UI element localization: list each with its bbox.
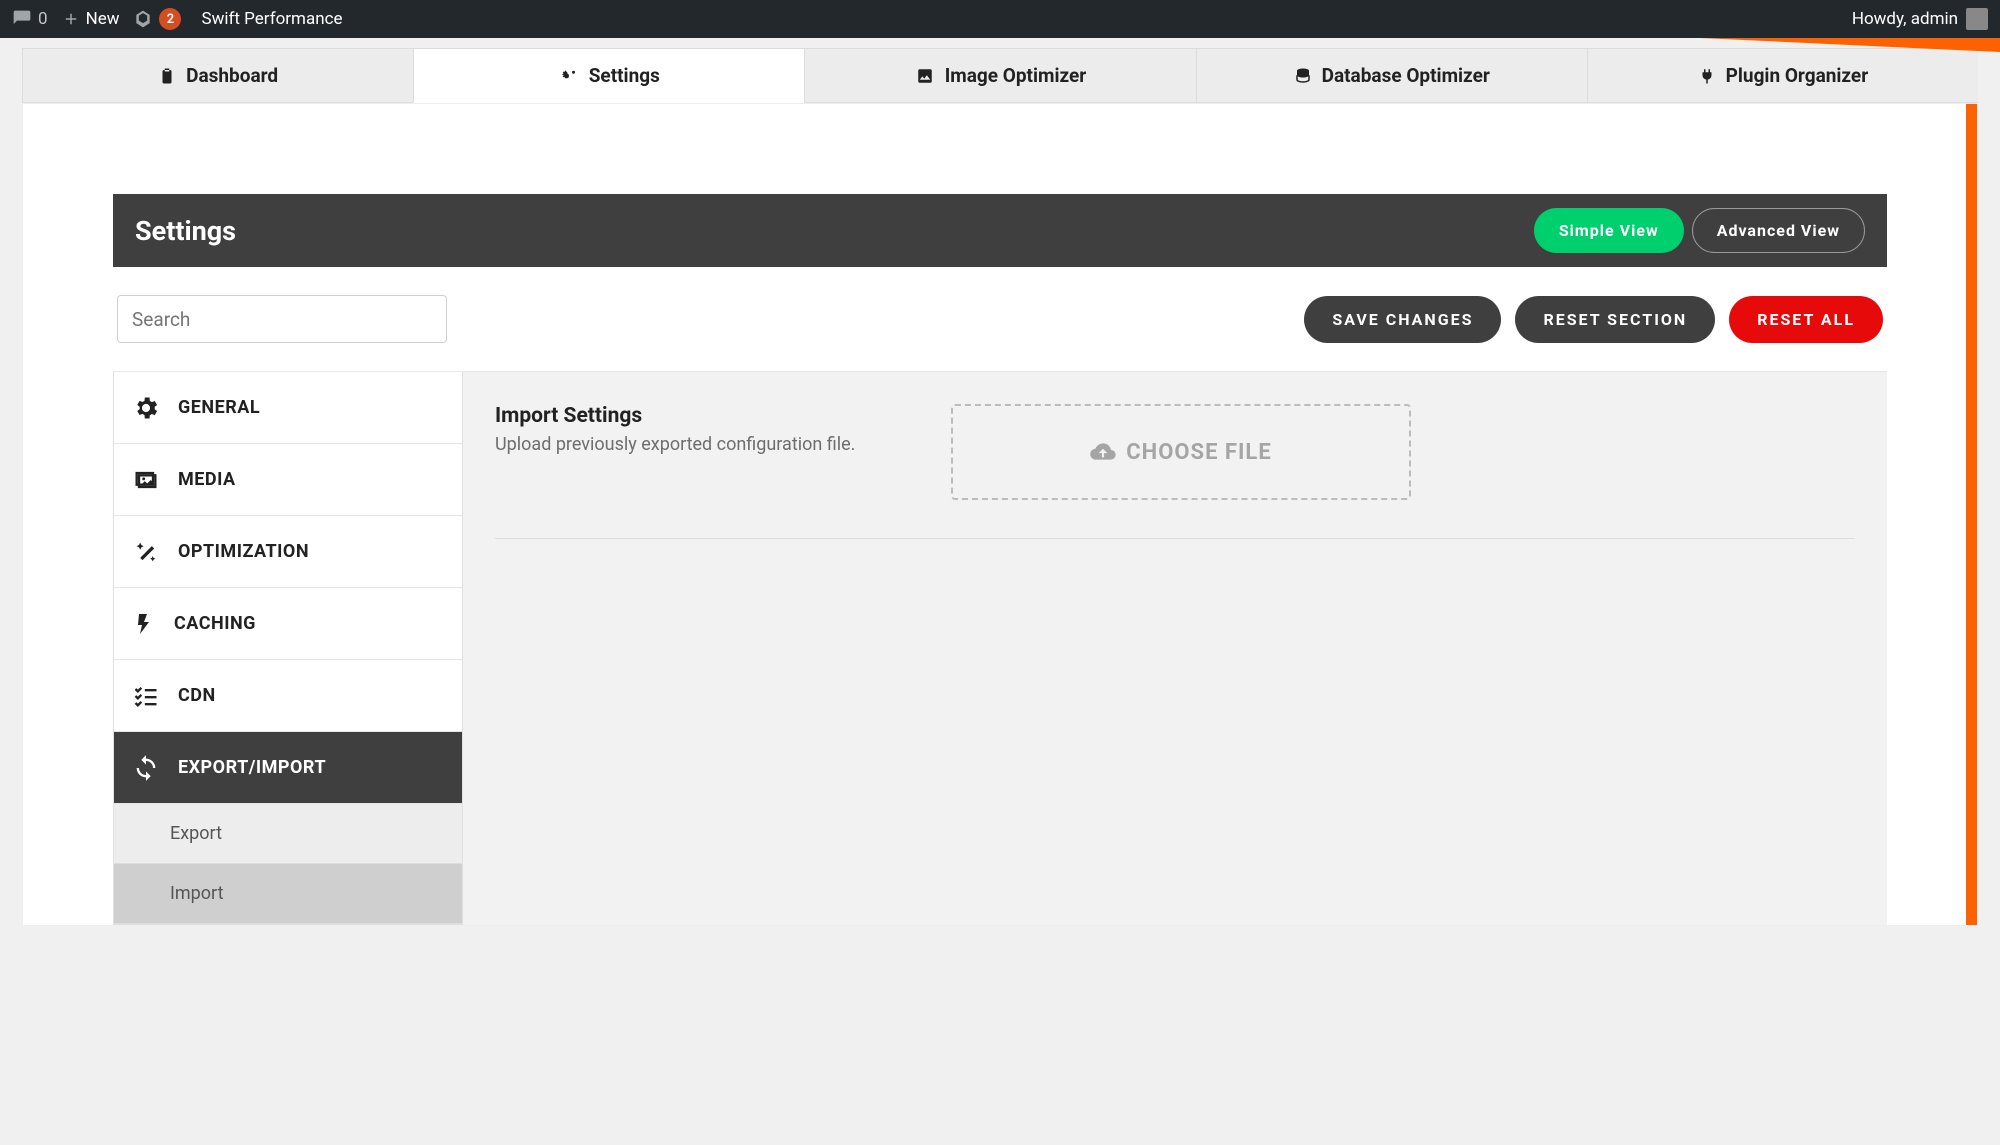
page-title: Settings <box>135 215 236 247</box>
image-icon <box>915 67 935 85</box>
sub-item-export[interactable]: Export <box>114 804 462 864</box>
ab-yoast-badge: 2 <box>159 8 181 30</box>
sidebar-item-media[interactable]: MEDIA <box>114 444 462 516</box>
plus-icon <box>62 10 80 28</box>
list-check-icon <box>132 682 160 710</box>
tab-dashboard[interactable]: Dashboard <box>22 48 413 103</box>
bolt-icon <box>132 610 156 638</box>
tab-label: Image Optimizer <box>945 64 1087 87</box>
sidebar-item-general[interactable]: GENERAL <box>114 372 462 444</box>
tab-plugin-organizer[interactable]: Plugin Organizer <box>1587 48 1978 103</box>
cloud-upload-icon <box>1090 439 1116 465</box>
yoast-icon <box>133 9 153 29</box>
tab-image-optimizer[interactable]: Image Optimizer <box>804 48 1195 103</box>
gear-icon <box>132 394 160 422</box>
tab-label: Plugin Organizer <box>1726 64 1869 87</box>
plug-icon <box>1698 67 1716 85</box>
avatar[interactable] <box>1966 8 1988 30</box>
tab-settings[interactable]: Settings <box>413 48 804 103</box>
orange-strip <box>1966 104 1977 925</box>
sub-item-label: Import <box>170 883 223 904</box>
save-changes-button[interactable]: SAVE CHANGES <box>1304 296 1501 343</box>
comment-icon <box>12 9 32 29</box>
cogs-icon <box>559 67 579 85</box>
sidebar-item-label: CACHING <box>174 613 256 634</box>
sidebar-item-label: OPTIMIZATION <box>178 541 309 562</box>
advanced-view-button[interactable]: Advanced View <box>1692 208 1865 253</box>
clipboard-icon <box>158 67 176 85</box>
ab-new[interactable]: New <box>62 9 120 29</box>
sidebar-item-caching[interactable]: CACHING <box>114 588 462 660</box>
tab-label: Database Optimizer <box>1322 64 1490 87</box>
import-settings-desc: Upload previously exported configuration… <box>495 432 915 458</box>
tab-label: Settings <box>589 64 660 87</box>
sidebar-item-label: EXPORT/IMPORT <box>178 757 326 778</box>
sidebar-item-label: MEDIA <box>178 469 236 490</box>
ab-new-label: New <box>86 9 120 29</box>
sidebar-item-label: CDN <box>178 685 216 706</box>
sidebar-item-cdn[interactable]: CDN <box>114 660 462 732</box>
database-icon <box>1294 67 1312 85</box>
sub-item-label: Export <box>170 823 222 844</box>
wand-icon <box>132 538 160 566</box>
ab-howdy[interactable]: Howdy, admin <box>1852 9 1958 29</box>
tab-database-optimizer[interactable]: Database Optimizer <box>1196 48 1587 103</box>
import-settings-title: Import Settings <box>495 404 915 428</box>
sidebar-item-label: GENERAL <box>178 397 260 418</box>
ab-breadcrumb-label: Swift Performance <box>201 9 342 29</box>
sync-icon <box>132 754 160 782</box>
choose-file-button[interactable]: CHOOSE FILE <box>951 404 1411 500</box>
tab-label: Dashboard <box>186 64 278 87</box>
ab-comments-count: 0 <box>38 9 48 29</box>
sidebar-item-export-import[interactable]: EXPORT/IMPORT <box>114 732 462 804</box>
ab-breadcrumb[interactable]: Swift Performance <box>201 9 342 29</box>
image-icon <box>132 466 160 494</box>
sub-item-import[interactable]: Import <box>114 864 462 924</box>
reset-all-button[interactable]: RESET ALL <box>1729 296 1883 343</box>
search-input[interactable] <box>117 295 447 343</box>
ab-comments[interactable]: 0 <box>12 9 48 29</box>
reset-section-button[interactable]: RESET SECTION <box>1515 296 1715 343</box>
choose-file-label: CHOOSE FILE <box>1126 440 1271 465</box>
sidebar-item-optimization[interactable]: OPTIMIZATION <box>114 516 462 588</box>
ab-yoast[interactable]: 2 <box>133 8 181 30</box>
simple-view-button[interactable]: Simple View <box>1534 208 1684 253</box>
